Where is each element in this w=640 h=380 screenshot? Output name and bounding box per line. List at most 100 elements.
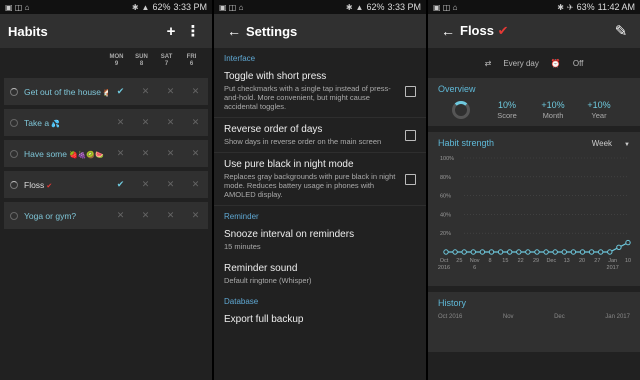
history-card: History Oct 2016 Nov Dec Jan 2017 [428, 292, 640, 352]
x-tick-label: Nov [470, 258, 480, 264]
x-tick-label: 13 [564, 258, 570, 264]
y-tick-label: 20% [440, 231, 451, 237]
section-header: Database [224, 297, 259, 306]
water-emoji: 💦 [51, 120, 60, 128]
checkmark-cell[interactable]: ✕ [183, 148, 208, 159]
checkmark-cell[interactable]: ✕ [158, 179, 183, 190]
data-point [616, 244, 622, 251]
habits-screen: ▣ ◫ ⌂ ✱ ▲ 62% 3:33 PM Habits + ⋮ MON 9 SU… [0, 0, 212, 380]
stat-year: +10% Year [587, 100, 611, 120]
habit-score-ring [10, 211, 18, 220]
habit-score-ring [10, 118, 18, 127]
checkmark-cell[interactable]: ✕ [108, 148, 133, 159]
history-months: Oct 2016 Nov Dec Jan 2017 [438, 314, 630, 320]
checkmark-cell[interactable]: ✕ [133, 179, 158, 190]
checkmark-cell[interactable]: ✕ [108, 210, 133, 221]
checkmark-cell[interactable]: ✕ [133, 210, 158, 221]
bluetooth-icon: ✱ [557, 2, 564, 12]
x-tick-label: 27 [594, 258, 600, 264]
alarm-off-icon: ⏰ [550, 58, 561, 68]
checkmark-cell[interactable]: ✕ [158, 148, 183, 159]
checkmark-cell[interactable]: ✕ [183, 86, 208, 97]
checkmark-cell[interactable]: ✕ [183, 179, 208, 190]
notification-icon: ▣ ◫ ⌂ [219, 2, 244, 12]
setting-title: Reverse order of days [224, 124, 323, 135]
habit-row[interactable]: Floss ✔ ✔ ✕ ✕ ✕ [4, 171, 208, 198]
habit-name: Take a [24, 117, 50, 128]
y-tick-label: 80% [440, 175, 451, 181]
habit-score-ring [10, 87, 18, 96]
x-tick-label: Jan [608, 258, 617, 264]
signal-icon: ▲ [141, 2, 150, 12]
setting-snooze-interval[interactable]: Snooze interval on reminders 15 minutes [214, 223, 426, 257]
data-point [488, 249, 495, 255]
setting-reminder-sound[interactable]: Reminder sound Default ringtone (Whisper) [214, 257, 426, 291]
setting-desc: Replaces gray backgrounds with pure blac… [224, 172, 396, 199]
checkmark-cell[interactable]: ✕ [158, 117, 183, 128]
data-point [552, 249, 558, 255]
status-bar: ▣ ◫ ⌂ ✱ ▲ 62% 3:33 PM [0, 0, 212, 14]
status-time: 3:33 PM [173, 2, 207, 12]
checkmark-cell[interactable]: ✕ [108, 117, 133, 128]
plus-icon[interactable]: + [160, 23, 182, 40]
settings-screen: ▣ ◫ ⌂ ✱ ▲ 62% 3:33 PM ← Settings Interfa… [214, 0, 426, 380]
habit-name: Get out of the house [24, 86, 102, 97]
checkmark-cell[interactable]: ✕ [133, 86, 158, 97]
setting-toggle-short-press[interactable]: Toggle with short press Put checkmarks wi… [214, 65, 426, 118]
habit-strength-chart: 100% 80% 60% 40% 20% Oct2016 25 Nov6 8 15 22 29 Dec 1… [438, 156, 631, 271]
data-point [507, 249, 513, 255]
checkbox[interactable] [405, 85, 416, 97]
score-ring [452, 101, 470, 119]
data-point [452, 249, 458, 255]
setting-reverse-days[interactable]: Reverse order of days Show days in revers… [214, 118, 426, 153]
checkmark-cell[interactable]: ✕ [133, 148, 158, 159]
day-header: FRI 6 [186, 54, 197, 67]
checkmark-cell[interactable]: ✕ [183, 117, 208, 128]
habit-row[interactable]: Get out of the house 🏠 ✔ ✕ ✕ ✕ [4, 78, 208, 105]
back-arrow-icon[interactable]: ← [222, 23, 246, 39]
checkbox[interactable] [405, 129, 416, 141]
setting-pure-black[interactable]: Use pure black in night mode Replaces gra… [214, 153, 426, 206]
caret-down-icon: ▼ [624, 141, 630, 148]
data-point [625, 239, 631, 246]
x-tick-label: 2016 [438, 265, 450, 271]
status-bar: ▣ ◫ ⌂ ✱ ▲ 62% 3:33 PM [214, 0, 426, 14]
checkmark-cell[interactable]: ✕ [158, 210, 183, 221]
setting-export-backup[interactable]: Export full backup [214, 308, 426, 333]
habit-row[interactable]: Take a 💦 ✕ ✕ ✕ ✕ [4, 109, 208, 136]
habit-name: Have some [24, 148, 67, 159]
period-dropdown[interactable]: Week ▼ [592, 139, 630, 148]
edit-pencil-icon[interactable]: ✎ [610, 22, 632, 40]
data-point [497, 249, 504, 255]
x-tick-label: 29 [533, 258, 539, 264]
checkmark-cell[interactable]: ✔ [108, 86, 133, 97]
checkmark-cell[interactable]: ✕ [158, 86, 183, 97]
frequency-row: ⇄ Every day ⏰ Off [428, 48, 640, 78]
habit-detail-screen: ▣ ◫ ⌂ ✱ ✈ 63% 11:42 AM ← Floss ✔ ✎ ⇄ Eve… [428, 0, 640, 380]
habit-row[interactable]: Have some 🍓🍇🥝🍉 ✕ ✕ ✕ ✕ [4, 140, 208, 167]
back-arrow-icon[interactable]: ← [436, 23, 460, 39]
more-vert-icon[interactable]: ⋮ [182, 22, 204, 40]
checkbox[interactable] [405, 173, 416, 185]
habit-name: Floss [24, 179, 45, 190]
checkmark-cell[interactable]: ✔ [108, 179, 133, 190]
data-point [479, 249, 486, 255]
x-tick-label: 15 [502, 258, 508, 264]
page-title: Habits [8, 23, 48, 39]
habit-score-ring [10, 180, 18, 189]
data-point [598, 249, 604, 255]
habit-row[interactable]: Yoga or gym? ✕ ✕ ✕ ✕ [4, 202, 208, 229]
checkmark-cell[interactable]: ✕ [133, 117, 158, 128]
data-point [588, 249, 595, 255]
y-tick-label: 100% [440, 156, 454, 162]
checkmark-cell[interactable]: ✕ [183, 210, 208, 221]
notification-icon: ▣ ◫ ⌂ [433, 2, 458, 12]
x-tick-label: Oct [440, 258, 449, 264]
bluetooth-icon: ✱ [131, 2, 139, 12]
data-point [543, 249, 549, 255]
frequency-label: Every day [503, 58, 539, 68]
battery-level: 62% [152, 2, 171, 12]
red-check-icon: ✔ [497, 23, 509, 38]
data-point [579, 249, 586, 255]
x-tick-label: 2017 [607, 265, 619, 271]
